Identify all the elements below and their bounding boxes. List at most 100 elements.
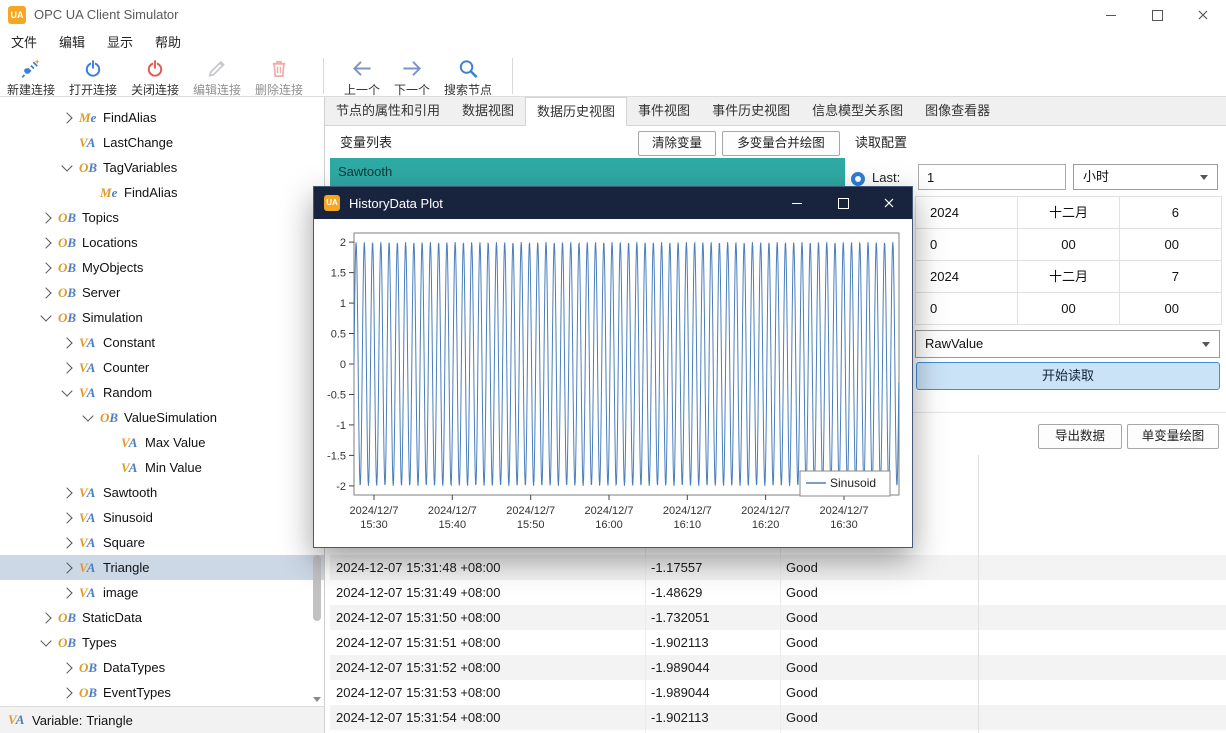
last-radio[interactable] [851,172,865,186]
menu-item[interactable]: 帮助 [144,30,192,55]
tree-item-constant[interactable]: VAConstant [0,330,324,355]
chevron-down-icon[interactable] [82,410,93,421]
datetime-cell[interactable]: 7 [1119,260,1221,292]
tree-item-sawtooth[interactable]: VASawtooth [0,480,324,505]
chevron-down-icon[interactable] [61,385,72,396]
datetime-cell[interactable]: 2024 [915,196,1017,228]
chevron-right-icon[interactable] [61,587,72,598]
tree-item-staticdata[interactable]: OBStaticData [0,605,324,630]
tab-node-attributes-references[interactable]: 节点的属性和引用 [325,97,451,125]
close-button[interactable] [1180,0,1226,30]
table-row[interactable]: 2024-12-07 15:31:53 +08:00-1.989044Good [330,680,1226,705]
tab-image-viewer[interactable]: 图像查看器 [914,97,1001,125]
chevron-right-icon[interactable] [61,337,72,348]
titlebar[interactable]: UA OPC UA Client Simulator [0,0,1226,31]
chevron-right-icon[interactable] [61,687,72,698]
chevron-right-icon[interactable] [40,262,51,273]
datetime-cell[interactable]: 00 [1119,228,1221,260]
tree-item-eventtypes[interactable]: OBEventTypes [0,680,324,705]
tree-item-simulation[interactable]: OBSimulation [0,305,324,330]
start-read-button[interactable]: 开始读取 [916,362,1220,390]
chevron-right-icon[interactable] [61,537,72,548]
export-data-button[interactable]: 导出数据 [1038,424,1122,449]
chevron-right-icon[interactable] [61,562,72,573]
time-unit-select[interactable]: 小时 [1073,164,1218,190]
table-row[interactable]: 2024-12-07 15:31:50 +08:00-1.732051Good [330,605,1226,630]
tree-item-tagvariables[interactable]: OBTagVariables [0,155,324,180]
datetime-cell[interactable]: 00 [1017,228,1119,260]
chevron-right-icon[interactable] [40,287,51,298]
chevron-right-icon[interactable] [40,212,51,223]
chevron-right-icon[interactable] [61,362,72,373]
tree-item-valuesimulation[interactable]: OBValueSimulation [0,405,324,430]
plot-window-titlebar[interactable]: UA HistoryData Plot [314,187,912,219]
tree-item-random[interactable]: VARandom [0,380,324,405]
tab-event-history-view[interactable]: 事件历史视图 [701,97,801,125]
chevron-right-icon[interactable] [40,612,51,623]
scrollbar-down-arrow-icon[interactable] [313,697,321,702]
plot-maximize-button[interactable] [820,187,866,219]
datetime-cell[interactable]: 6 [1119,196,1221,228]
table-row[interactable]: 2024-12-07 15:31:54 +08:00-1.902113Good [330,705,1226,730]
open-connection-button[interactable]: 打开连接 [62,57,124,98]
single-variable-plot-button[interactable]: 单变量绘图 [1127,424,1219,449]
datetime-cell[interactable]: 0 [915,292,1017,324]
return-type-select[interactable]: RawValue [915,330,1220,358]
delete-connection-button[interactable]: 删除连接 [248,57,310,98]
tree-item-lastchange[interactable]: VALastChange [0,130,324,155]
datetime-cell[interactable]: 00 [1017,292,1119,324]
tree-item-myobjects[interactable]: OBMyObjects [0,255,324,280]
tree-item-types[interactable]: OBTypes [0,630,324,655]
menu-item[interactable]: 编辑 [48,30,96,55]
tab-info-model-diagram[interactable]: 信息模型关系图 [801,97,914,125]
edit-connection-button[interactable]: 编辑连接 [186,57,248,98]
minimize-button[interactable] [1088,0,1134,30]
variable-list-item-sawtooth[interactable]: Sawtooth [330,158,845,186]
datetime-cell[interactable]: 2024 [915,260,1017,292]
datetime-cell[interactable]: 00 [1119,292,1221,324]
close-connection-button[interactable]: 关闭连接 [124,57,186,98]
chevron-right-icon[interactable] [61,487,72,498]
table-row[interactable]: 2024-12-07 15:31:52 +08:00-1.989044Good [330,655,1226,680]
tree-item-locations[interactable]: OBLocations [0,230,324,255]
tab-event-view[interactable]: 事件视图 [627,97,701,125]
chevron-right-icon[interactable] [61,512,72,523]
tree-item-min-value[interactable]: VAMin Value [0,455,324,480]
prev-node-button[interactable]: 上一个 [337,57,387,98]
tree-item-server[interactable]: OBServer [0,280,324,305]
datetime-cell[interactable]: 0 [915,228,1017,260]
tree-item-counter[interactable]: VACounter [0,355,324,380]
search-node-button[interactable]: 搜索节点 [437,57,499,98]
datetime-cell[interactable]: 十二月 [1017,260,1119,292]
chevron-right-icon[interactable] [61,112,72,123]
tree-item-square[interactable]: VASquare [0,530,324,555]
datetime-cell[interactable]: 十二月 [1017,196,1119,228]
chevron-right-icon[interactable] [61,662,72,673]
table-row[interactable]: 2024-12-07 15:31:49 +08:00-1.48629Good [330,580,1226,605]
plot-close-button[interactable] [866,187,912,219]
table-row[interactable]: 2024-12-07 15:31:48 +08:00-1.17557Good [330,555,1226,580]
chevron-down-icon[interactable] [61,160,72,171]
table-row[interactable]: 2024-12-07 15:31:51 +08:00-1.902113Good [330,630,1226,655]
tree-item-findalias[interactable]: MeFindAlias [0,105,324,130]
menu-item[interactable]: 显示 [96,30,144,55]
tree-item-sinusoid[interactable]: VASinusoid [0,505,324,530]
menu-item[interactable]: 文件 [0,30,48,55]
tree-item-triangle[interactable]: VATriangle [0,555,324,580]
chevron-down-icon[interactable] [40,310,51,321]
tree-item-datatypes[interactable]: OBDataTypes [0,655,324,680]
tab-data-history-view[interactable]: 数据历史视图 [525,97,627,126]
tree-item-findalias[interactable]: MeFindAlias [0,180,324,205]
chevron-right-icon[interactable] [40,237,51,248]
tree-item-topics[interactable]: OBTopics [0,205,324,230]
next-node-button[interactable]: 下一个 [387,57,437,98]
tree-item-max-value[interactable]: VAMax Value [0,430,324,455]
clear-variables-button[interactable]: 清除变量 [638,131,716,156]
tree-item-image[interactable]: VAimage [0,580,324,605]
chevron-down-icon[interactable] [40,635,51,646]
tree-scrollbar-thumb[interactable] [313,555,321,621]
maximize-button[interactable] [1134,0,1180,30]
merge-plot-button[interactable]: 多变量合并绘图 [722,131,840,156]
new-connection-button[interactable]: 新建连接 [0,57,62,98]
last-value-input[interactable] [918,164,1066,190]
